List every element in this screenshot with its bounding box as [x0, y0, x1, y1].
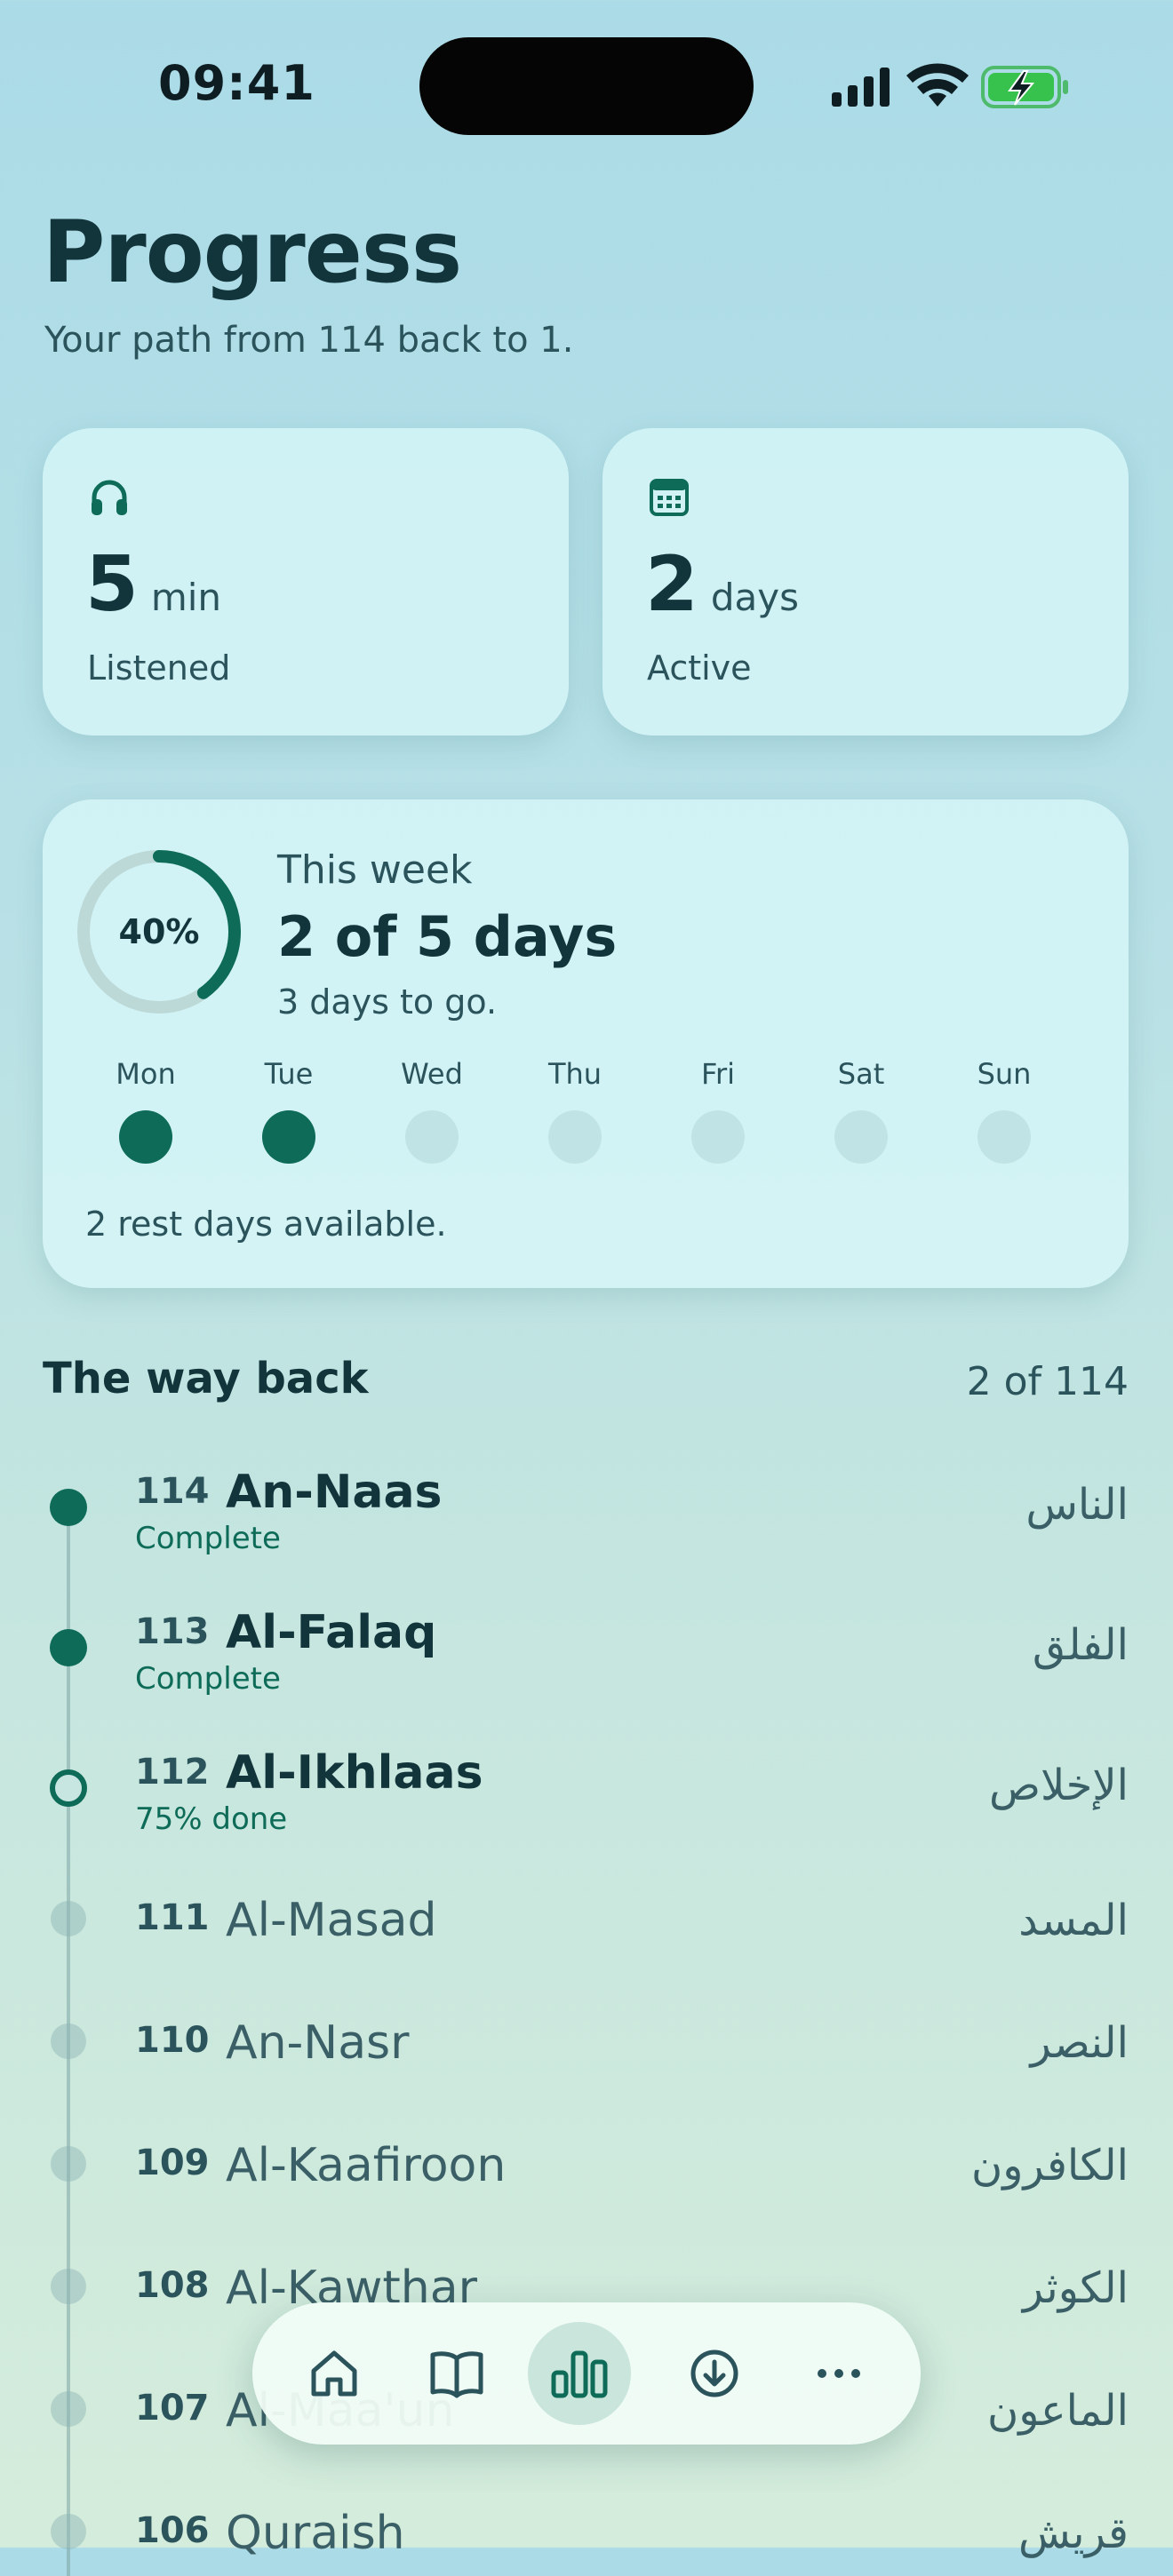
weekday-label: Mon	[116, 1057, 176, 1091]
timeline-marker	[50, 1629, 87, 1666]
week-sub: 3 days to go.	[277, 982, 498, 1022]
weekday-mon: Mon	[92, 1057, 199, 1164]
weekday-dot	[119, 1110, 172, 1164]
listened-card: 5 min Listened	[43, 428, 569, 735]
weekday-dot	[691, 1110, 745, 1164]
surah-number: 109	[135, 2143, 210, 2183]
surah-number: 106	[135, 2510, 210, 2551]
weekday-tue: Tue	[235, 1057, 342, 1164]
surah-number: 112	[135, 1752, 210, 1793]
surah-arabic-name: الكافرون	[971, 2141, 1129, 2190]
timeline-marker	[51, 1901, 86, 1936]
timeline-marker	[51, 2146, 86, 2182]
active-unit: days	[710, 576, 799, 619]
weekday-sun: Sun	[951, 1057, 1057, 1164]
surah-name: Quraish	[226, 2507, 405, 2560]
surah-status: Complete	[135, 1521, 281, 1556]
surah-name: Al-Falaq	[226, 1606, 437, 1659]
tab-progress[interactable]	[528, 2322, 631, 2425]
surah-arabic-name: الناس	[1025, 1480, 1129, 1530]
page-title: Progress	[43, 203, 462, 302]
home-icon	[311, 2350, 357, 2397]
section-count: 2 of 114	[966, 1359, 1129, 1404]
timeline-marker	[51, 2391, 86, 2427]
weekday-wed: Wed	[379, 1057, 485, 1164]
tab-home[interactable]	[293, 2333, 375, 2414]
listened-label: Listened	[87, 648, 231, 688]
weekday-label: Fri	[700, 1057, 736, 1091]
weekday-label: Sun	[977, 1057, 1032, 1091]
surah-number: 108	[135, 2265, 210, 2306]
surah-arabic-name: المسد	[1018, 1896, 1129, 1945]
timeline-marker	[51, 2514, 86, 2549]
surah-name: An-Nasr	[226, 2016, 410, 2070]
surah-number: 107	[135, 2388, 210, 2429]
surah-arabic-name: النصر	[1030, 2018, 1129, 2068]
dynamic-island	[419, 37, 754, 135]
weekday-dot	[834, 1110, 888, 1164]
tab-downloads[interactable]	[674, 2333, 755, 2414]
weekly-goal-card: 40% This week 2 of 5 days 3 days to go. …	[43, 799, 1129, 1288]
timeline-marker	[51, 2269, 86, 2304]
surah-name: Al-Kaafiroon	[226, 2139, 507, 2192]
surah-name: Al-Ikhlaas	[226, 1746, 483, 1800]
week-label: This week	[277, 847, 473, 893]
surah-arabic-name: الكوثر	[1022, 2263, 1129, 2313]
active-label: Active	[647, 648, 752, 688]
bar-chart-icon	[551, 2350, 608, 2398]
surah-name: An-Naas	[226, 1466, 443, 1519]
weekday-tracker: Mon Tue Wed Thu Fri Sat Sun	[92, 1057, 1088, 1173]
more-icon	[818, 2369, 860, 2378]
weekday-fri: Fri	[665, 1057, 771, 1164]
surah-arabic-name: الفلق	[1032, 1620, 1129, 1670]
listened-value: 5 min	[85, 540, 222, 629]
tab-bar	[252, 2302, 921, 2445]
rest-days-note: 2 rest days available.	[85, 1205, 447, 1244]
surah-number: 110	[135, 2020, 210, 2061]
tab-more[interactable]	[798, 2333, 880, 2414]
battery-icon	[981, 66, 1068, 108]
surah-number: 111	[135, 1897, 210, 1938]
surah-number: 113	[135, 1611, 210, 1652]
active-value: 2 days	[645, 540, 799, 629]
section-title: The way back	[43, 1354, 369, 1403]
week-value: 2 of 5 days	[277, 904, 618, 969]
weekday-label: Sat	[837, 1057, 885, 1091]
weekday-dot	[262, 1110, 315, 1164]
timeline-marker	[50, 1769, 87, 1807]
status-time: 09:41	[158, 55, 315, 111]
surah-name: Al-Masad	[226, 1894, 437, 1947]
progress-percent: 40%	[118, 912, 200, 951]
tab-library[interactable]	[416, 2333, 498, 2414]
surah-status: 75% done	[135, 1801, 288, 1837]
timeline-marker	[51, 2023, 86, 2059]
surah-arabic-name: قريش	[1018, 2508, 1129, 2558]
listened-unit: min	[150, 576, 222, 619]
weekday-thu: Thu	[522, 1057, 628, 1164]
page-subtitle: Your path from 114 back to 1.	[44, 320, 574, 361]
surah-arabic-name: الماعون	[986, 2386, 1129, 2436]
weekday-label: Tue	[264, 1057, 314, 1091]
timeline-marker	[50, 1489, 87, 1526]
weekday-label: Thu	[547, 1057, 602, 1091]
active-card: 2 days Active	[602, 428, 1129, 735]
weekday-label: Wed	[401, 1057, 463, 1091]
surah-arabic-name: الإخلاص	[988, 1761, 1129, 1810]
weekday-sat: Sat	[808, 1057, 914, 1164]
book-icon	[430, 2351, 483, 2398]
wifi-icon	[906, 63, 969, 107]
status-icons	[830, 62, 1070, 112]
headphones-icon	[92, 480, 127, 515]
weekday-dot	[405, 1110, 459, 1164]
weekday-dot	[978, 1110, 1031, 1164]
weekday-dot	[548, 1110, 602, 1164]
download-icon	[690, 2349, 738, 2397]
surah-status: Complete	[135, 1661, 281, 1697]
calendar-icon	[650, 479, 689, 516]
signal-icon	[832, 68, 890, 107]
surah-number: 114	[135, 1471, 210, 1512]
